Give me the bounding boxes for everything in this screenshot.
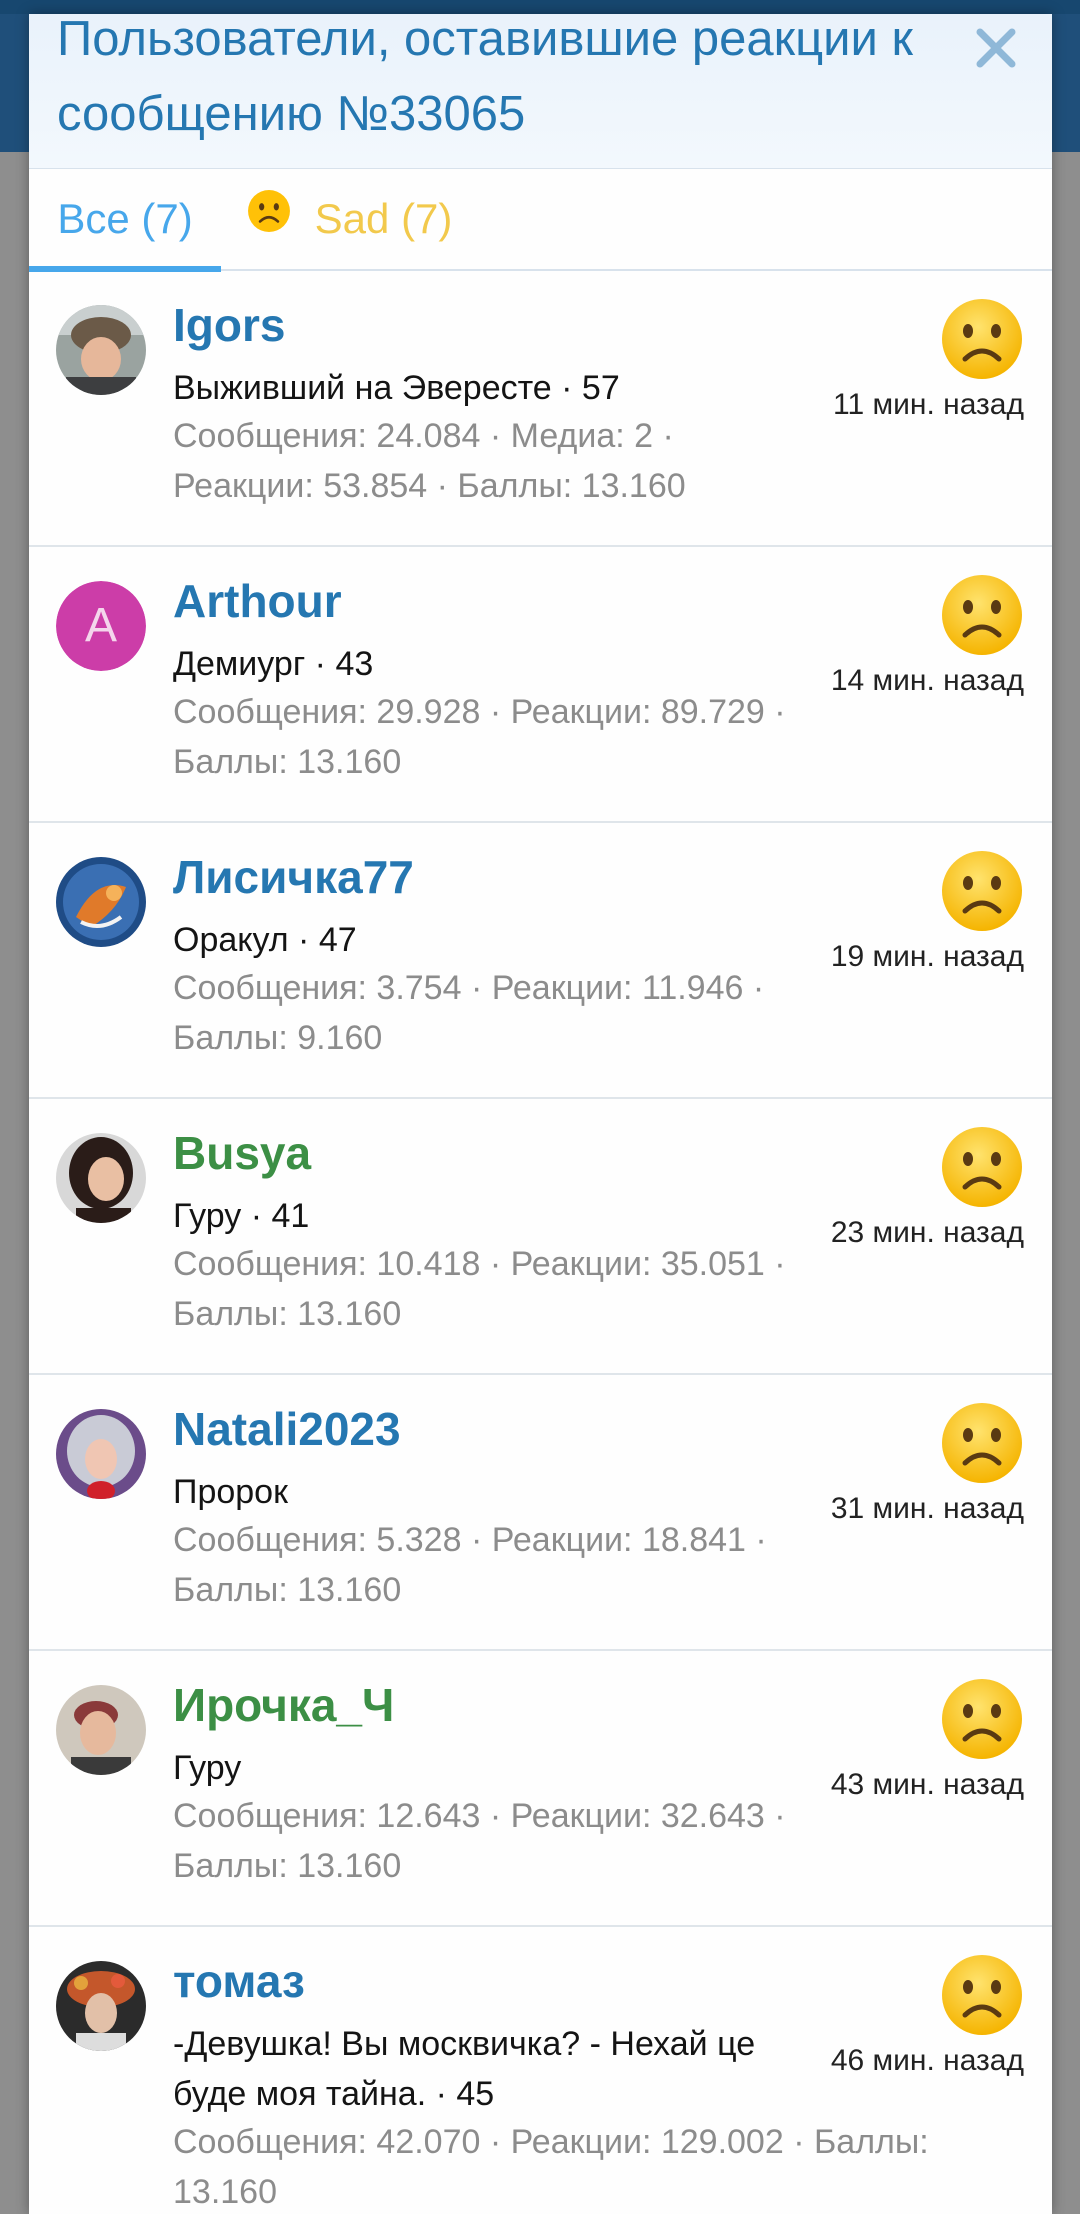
list-item: Busya Гуру · 41 Сообщения: 10.418 · Реакци… [29,1099,1052,1375]
reaction-time[interactable]: 23 мин. назад [831,1213,1024,1253]
tab-sad[interactable]: Sad (7) [247,169,452,269]
username-link[interactable]: Natali2023 [173,1401,401,1457]
user-stats: Сообщения: 12.643 · Реакции: 32.643 · Ба… [173,1797,786,1885]
list-item: томаз -Девушка! Вы москвичка? - Нехай це … [29,1927,1052,2211]
avatar[interactable] [56,1409,146,1499]
avatar[interactable] [56,1961,146,2051]
user-title: Демиург · 43 [173,645,374,683]
list-item: Igors Выживший на Эвересте · 57 Сообщения:… [29,271,1052,547]
user-stats: Сообщения: 10.418 · Реакции: 35.051 · Ба… [173,1245,786,1333]
user-title: Пророк [173,1473,288,1511]
reaction-time[interactable]: 11 мин. назад [833,385,1024,425]
user-stats: Сообщения: 29.928 · Реакции: 89.729 · Ба… [173,693,786,781]
sad-face-icon [940,573,1024,657]
avatar[interactable] [56,1133,146,1223]
status-bar-strip [0,0,1080,14]
reaction-time[interactable]: 31 мин. назад [831,1489,1024,1529]
avatar-letter: A [56,581,146,671]
sad-face-icon [940,1125,1024,1209]
user-title: Гуру · 41 [173,1197,310,1235]
sad-face-icon [940,1401,1024,1485]
avatar[interactable]: A [56,581,146,671]
list-item: A Arthour Демиург · 43 Сообщения: 29.928 · … [29,547,1052,823]
sad-face-icon [940,1953,1024,2037]
sad-face-icon [940,849,1024,933]
reaction-user-list: Igors Выживший на Эвересте · 57 Сообщения:… [29,271,1052,2211]
sad-face-icon [247,169,291,269]
reaction-tabs: Все (7) Sad (7) [29,169,1052,272]
reactions-modal: Пользователи, оставившие реакции к сообщ… [29,14,1052,2214]
user-stats: Сообщения: 24.084 · Медиа: 2 · Реакции: … [173,417,686,505]
modal-title: Пользователи, оставившие реакции к сообщ… [57,14,913,141]
username-link[interactable]: Arthour [173,573,342,629]
username-link[interactable]: томаз [173,1953,305,2009]
user-title: Гуру [173,1749,242,1787]
list-item: Ирочка_Ч Гуру Сообщения: 12.643 · Реакции:… [29,1651,1052,1927]
sad-face-icon [940,297,1024,381]
user-stats: Сообщения: 5.328 · Реакции: 18.841 · Бал… [173,1521,767,1609]
tab-all-label: Все (7) [57,195,193,242]
tab-sad-label: Sad (7) [314,195,453,242]
reaction-time[interactable]: 19 мин. назад [831,937,1024,977]
user-stats: Сообщения: 42.070 · Реакции: 129.002 · Б… [173,2123,929,2211]
reaction-time[interactable]: 43 мин. назад [831,1765,1024,1805]
reaction-time[interactable]: 46 мин. назад [831,2041,1024,2081]
username-link[interactable]: Igors [173,297,285,353]
sad-face-icon [940,1677,1024,1761]
reaction-time[interactable]: 14 мин. назад [831,661,1024,701]
username-link[interactable]: Ирочка_Ч [173,1677,394,1733]
user-title: Оракул · 47 [173,921,357,959]
tab-all[interactable]: Все (7) [29,169,221,272]
user-title: Выживший на Эвересте · 57 [173,369,620,407]
modal-header: Пользователи, оставившие реакции к сообщ… [29,14,1052,169]
avatar[interactable] [56,1685,146,1775]
list-item: Лисичка77 Оракул · 47 Сообщения: 3.754 · Р… [29,823,1052,1099]
user-stats: Сообщения: 3.754 · Реакции: 11.946 · Бал… [173,969,765,1057]
username-link[interactable]: Лисичка77 [173,849,414,905]
avatar[interactable] [56,857,146,947]
list-item: Natali2023 Пророк Сообщения: 5.328 · Реакц… [29,1375,1052,1651]
username-link[interactable]: Busya [173,1125,311,1181]
close-icon[interactable] [968,20,1024,76]
user-title: -Девушка! Вы москвичка? - Нехай це буде … [173,2025,756,2113]
avatar[interactable] [56,305,146,395]
